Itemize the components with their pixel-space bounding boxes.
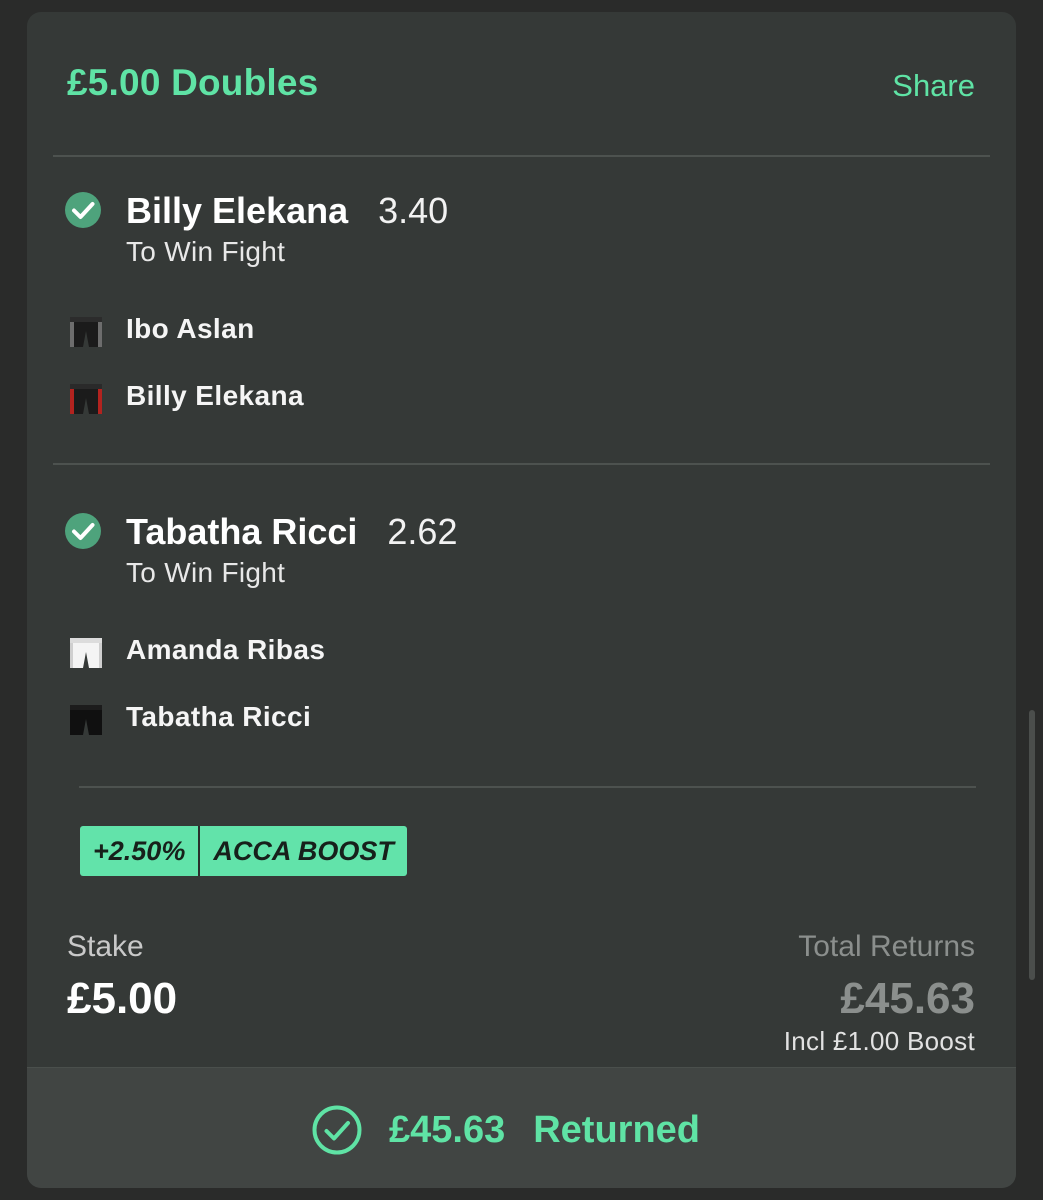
selection-odds: 3.40	[378, 190, 449, 231]
fighter-name: Amanda Ribas	[126, 634, 326, 665]
scrollbar[interactable]	[1029, 710, 1035, 980]
divider	[53, 155, 990, 157]
bet-header: £5.00 Doubles Share	[27, 12, 1016, 156]
returned-amount: £45.63	[389, 1108, 506, 1151]
selection-name-text: Billy Elekana	[126, 190, 349, 231]
fighter-name: Ibo Aslan	[126, 313, 255, 344]
returned-label: Returned	[533, 1108, 701, 1151]
result-footer: £45.63 Returned	[27, 1067, 1016, 1188]
boost-percent: +2.50%	[80, 826, 201, 876]
black-shorts-icon	[70, 705, 102, 735]
boost-note: Incl £1.00 Boost	[783, 1026, 975, 1056]
stake-label: Stake	[67, 930, 144, 963]
fighter-name: Tabatha Ricci	[126, 701, 312, 732]
boost-label: ACCA BOOST	[200, 826, 407, 876]
divider	[53, 463, 990, 465]
check-circle-outline-icon	[312, 1105, 362, 1155]
black-shorts-grey-stripe-icon	[70, 317, 102, 347]
result-status: £45.63 Returned	[311, 1104, 700, 1156]
selection-name: Billy Elekana 3.40	[126, 190, 448, 232]
selection-market: To Win Fight	[126, 557, 286, 588]
share-button[interactable]: Share	[892, 68, 975, 104]
total-returns-label: Total Returns	[798, 930, 975, 963]
check-circle-icon	[65, 192, 101, 228]
total-returns-value: £45.63	[840, 974, 975, 1023]
divider	[79, 786, 976, 788]
bet-title: £5.00 Doubles	[67, 62, 319, 103]
fighter-name: Billy Elekana	[126, 380, 304, 411]
selection-name-text: Tabatha Ricci	[126, 511, 358, 552]
acca-boost-badge: +2.50% ACCA BOOST	[80, 826, 407, 876]
black-shorts-red-stripe-icon	[70, 384, 102, 414]
stake-value: £5.00	[67, 974, 178, 1023]
check-circle-icon	[65, 513, 101, 549]
selection-name: Tabatha Ricci 2.62	[126, 511, 457, 553]
selection-odds: 2.62	[387, 511, 458, 552]
selection-market: To Win Fight	[126, 236, 286, 267]
bet-card: £5.00 Doubles Share Billy Elekana 3.40 To…	[27, 12, 1016, 1188]
white-shorts-icon	[70, 638, 102, 668]
